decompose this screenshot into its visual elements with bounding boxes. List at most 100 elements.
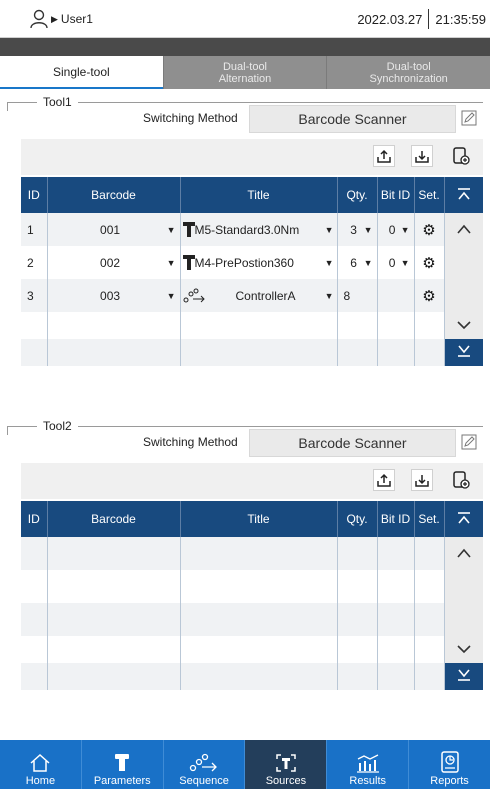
gear-icon[interactable]: ⚙: [422, 288, 435, 305]
chevron-down-icon: ▼: [363, 257, 373, 268]
chevron-up-icon[interactable]: [457, 224, 471, 234]
tab-single-tool[interactable]: Single-tool: [0, 56, 163, 89]
table-row: [21, 312, 483, 339]
nav-parameters[interactable]: Parameters: [82, 740, 164, 789]
download-icon[interactable]: [411, 145, 433, 167]
edit-icon[interactable]: [460, 109, 478, 127]
switching-method-label: Switching Method: [143, 111, 238, 125]
cell-settings[interactable]: ⚙: [414, 213, 445, 246]
scrollbar-track[interactable]: [444, 636, 483, 663]
cell-barcode[interactable]: 003 ▼: [47, 279, 181, 312]
cell-title[interactable]: ControllerA ▼: [180, 279, 338, 312]
cell-bit-id[interactable]: 0 ▼: [377, 246, 415, 279]
screw-icon: [115, 754, 130, 771]
user-indicator[interactable]: ▶ User1: [30, 8, 93, 30]
frame-line: [7, 426, 483, 427]
col-header-qty: Qty.: [337, 177, 378, 213]
time-display: 21:35:59: [435, 11, 486, 27]
user-name: User1: [60, 12, 93, 26]
cell-title[interactable]: M4-PrePostion360 ▼: [180, 246, 338, 279]
title-value: M4-PrePostion360: [194, 255, 294, 270]
scrollbar-track[interactable]: [444, 213, 483, 246]
table-header: ID Barcode Title Qty. Bit ID Set.: [21, 177, 483, 213]
cell-settings[interactable]: ⚙: [414, 279, 445, 312]
tool-mode-tabs: Single-tool Dual-tool Alternation Dual-to…: [0, 56, 490, 89]
cell-title[interactable]: M5-Standard3.0Nm ▼: [180, 213, 338, 246]
scrollbar-track[interactable]: [444, 570, 483, 603]
scroll-to-top-icon: [457, 187, 470, 200]
nav-sequence[interactable]: Sequence: [164, 740, 246, 789]
table-row[interactable]: 3 003 ▼ ControllerA ▼ 8 ⚙: [21, 279, 483, 312]
scroll-bottom-button[interactable]: [444, 339, 483, 366]
table-row[interactable]: 2 002 ▼ M4-PrePostion360 ▼ 6 ▼ 0 ▼ ⚙: [21, 246, 483, 279]
switching-method-label: Switching Method: [143, 435, 238, 449]
nav-sources[interactable]: Sources: [245, 740, 328, 789]
sequence-icon: [189, 753, 217, 772]
barcode-value: 003: [100, 288, 121, 303]
nav-results[interactable]: Results: [327, 740, 410, 789]
edit-icon[interactable]: [460, 433, 478, 451]
frame-line: [7, 102, 483, 103]
tab-dual-tool-synchronization[interactable]: Dual-tool Synchronization: [326, 56, 490, 89]
add-item-icon[interactable]: [450, 469, 472, 491]
col-header-id: ID: [21, 501, 48, 537]
status-bar: ▶ User1 2022.03.27 21:35:59: [0, 0, 490, 38]
tool2-title: Tool2: [37, 419, 78, 433]
scrollbar-track[interactable]: [444, 312, 483, 339]
chevron-down-icon: ▼: [363, 224, 373, 235]
nav-reports[interactable]: Reports: [409, 740, 490, 789]
chevron-up-icon[interactable]: [457, 548, 471, 558]
add-item-icon[interactable]: [450, 145, 472, 167]
scroll-to-top-icon: [457, 511, 470, 524]
chevron-down-icon[interactable]: [457, 644, 471, 654]
table-row[interactable]: 1 001 ▼ M5-Standard3.0Nm ▼ 3 ▼ 0 ▼ ⚙: [21, 213, 483, 246]
tab-label: Dual-tool Synchronization: [369, 60, 448, 85]
nav-label: Sequence: [179, 775, 229, 787]
chevron-down-icon: ▼: [400, 257, 410, 268]
col-header-title: Title: [180, 501, 338, 537]
cell-qty[interactable]: 8: [337, 279, 378, 312]
scrollbar-track[interactable]: [444, 279, 483, 312]
cell-qty[interactable]: 6 ▼: [337, 246, 378, 279]
upload-icon[interactable]: [373, 469, 395, 491]
switching-method-select[interactable]: Barcode Scanner: [249, 429, 456, 457]
tab-label: Dual-tool Alternation: [218, 60, 272, 85]
scrollbar-track[interactable]: [444, 603, 483, 636]
qty-value: 8: [343, 288, 351, 303]
table-row: [21, 603, 483, 636]
cell-qty[interactable]: 3 ▼: [337, 213, 378, 246]
nav-home[interactable]: Home: [0, 740, 82, 789]
qty-value: 3: [350, 222, 357, 237]
col-header-bit-id: Bit ID: [377, 177, 415, 213]
chevron-down-icon: ▼: [324, 290, 334, 301]
scroll-top-button[interactable]: [444, 177, 483, 213]
cell-barcode[interactable]: 001 ▼: [47, 213, 181, 246]
download-icon[interactable]: [411, 469, 433, 491]
date-display: 2022.03.27: [357, 11, 423, 27]
gear-icon[interactable]: ⚙: [422, 222, 435, 239]
scrollbar-track[interactable]: [444, 537, 483, 570]
chevron-down-icon: ▼: [166, 224, 176, 235]
upload-icon[interactable]: [373, 145, 395, 167]
sequence-icon: [183, 288, 205, 302]
table-row: [21, 636, 483, 663]
cell-barcode[interactable]: 002 ▼: [47, 246, 181, 279]
tab-dual-tool-alternation[interactable]: Dual-tool Alternation: [162, 56, 327, 89]
col-header-barcode: Barcode: [47, 177, 181, 213]
switching-method-select[interactable]: Barcode Scanner: [249, 105, 456, 133]
scroll-to-bottom-icon: [457, 669, 470, 681]
reports-icon: [440, 751, 459, 773]
cell-bit-id[interactable]: [377, 279, 415, 312]
cell-settings[interactable]: ⚙: [414, 246, 445, 279]
scroll-top-button[interactable]: [444, 501, 483, 537]
bit-id-value: 0: [388, 222, 396, 237]
scroll-bottom-button[interactable]: [444, 663, 483, 690]
home-icon: [30, 753, 50, 772]
col-header-id: ID: [21, 177, 48, 213]
scrollbar-track[interactable]: [444, 246, 483, 279]
col-header-barcode: Barcode: [47, 501, 181, 537]
cell-bit-id[interactable]: 0 ▼: [377, 213, 415, 246]
gear-icon[interactable]: ⚙: [422, 255, 435, 272]
chevron-down-icon[interactable]: [457, 320, 471, 330]
col-header-qty: Qty.: [337, 501, 378, 537]
